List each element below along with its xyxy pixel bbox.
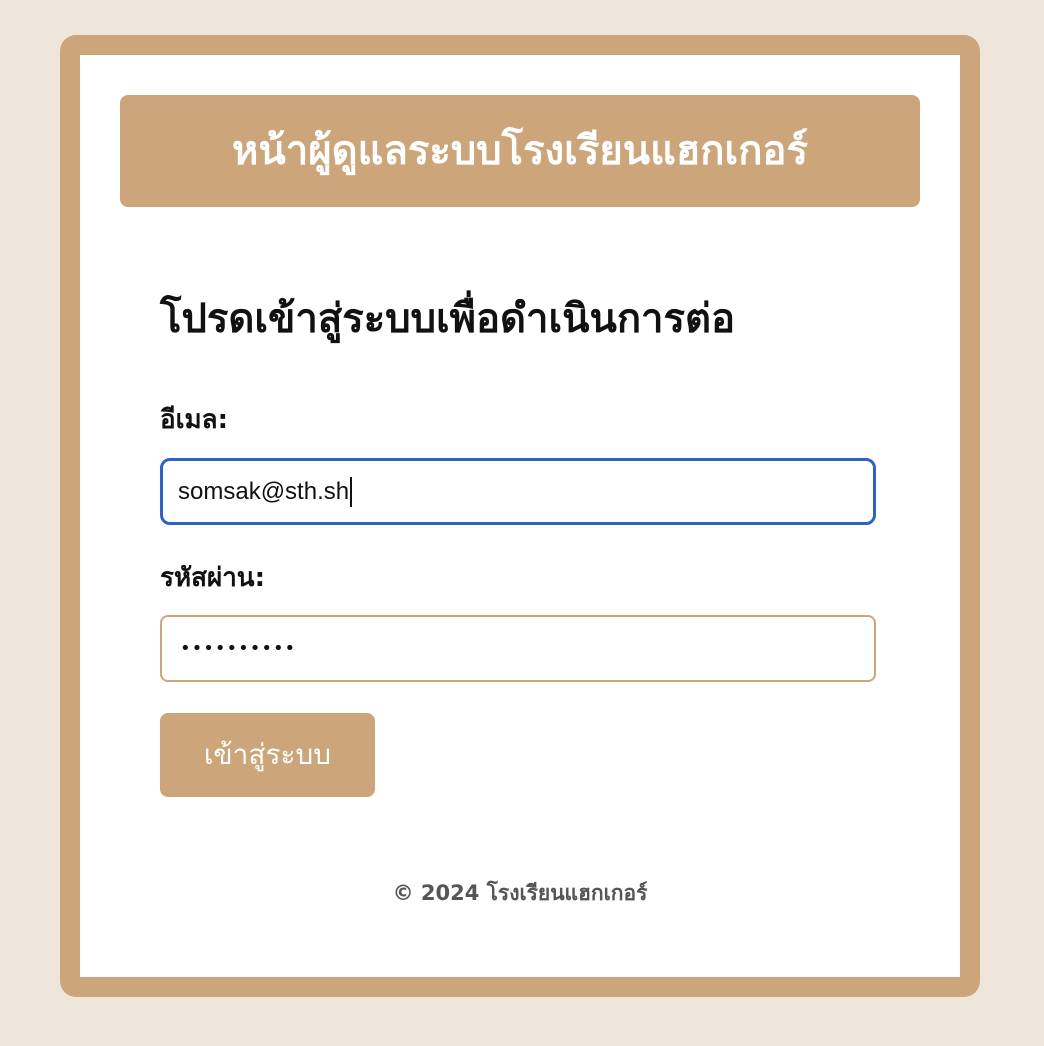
login-panel: หน้าผู้ดูแลระบบโรงเรียนแฮกเกอร์ โปรดเข้า… [80,55,960,977]
password-label: รหัสผ่าน: [160,563,265,593]
email-field[interactable]: somsak@sth.sh [160,458,876,525]
password-mask: •••••••••• [180,638,297,659]
page-title: หน้าผู้ดูแลระบบโรงเรียนแฮกเกอร์ [232,128,808,174]
email-label: อีเมล: [160,405,228,435]
footer-copyright: © 2024 โรงเรียนแฮกเกอร์ [392,881,648,905]
email-value: somsak@sth.sh [178,477,350,505]
login-button[interactable]: เข้าสู่ระบบ [160,713,375,797]
text-caret [350,476,353,507]
password-field[interactable]: •••••••••• [160,615,876,682]
header-banner: หน้าผู้ดูแลระบบโรงเรียนแฮกเกอร์ [120,95,920,207]
login-heading: โปรดเข้าสู่ระบบเพื่อดำเนินการต่อ [160,296,735,342]
page-frame: หน้าผู้ดูแลระบบโรงเรียนแฮกเกอร์ โปรดเข้า… [60,35,980,997]
